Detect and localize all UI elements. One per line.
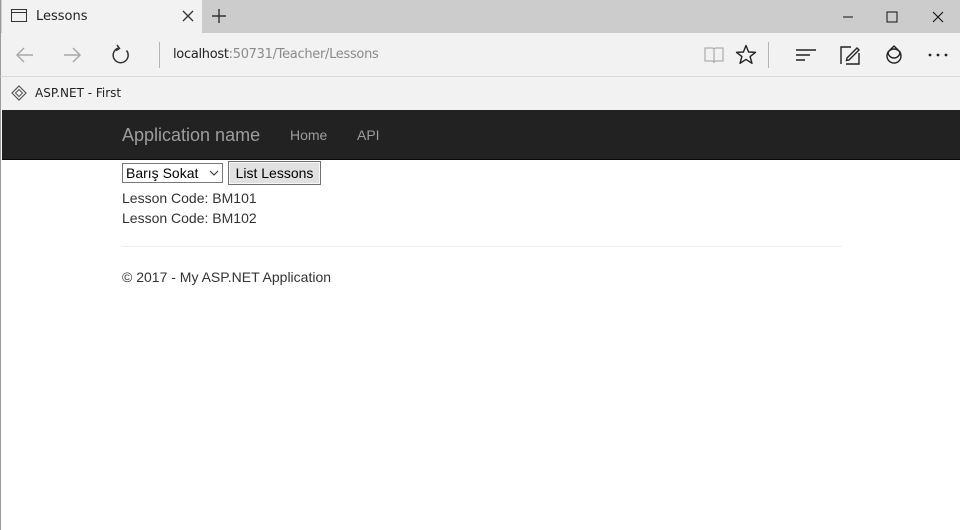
hub-icon [796, 49, 816, 61]
share-icon [886, 45, 902, 64]
book-icon [704, 47, 724, 64]
star-icon [735, 44, 757, 64]
page-viewport: Application name Home API Barış Sokat Li… [0, 110, 960, 530]
back-button[interactable] [12, 42, 38, 68]
chevron-down-icon [209, 170, 219, 176]
refresh-icon [112, 44, 129, 64]
arrow-right-icon [64, 47, 82, 63]
teacher-select-value: Barış Sokat [126, 165, 199, 181]
favorite-label: ASP.NET - First [35, 86, 122, 100]
more-button[interactable] [925, 42, 951, 68]
plus-icon [212, 9, 226, 23]
tab-title: Lessons [36, 9, 88, 24]
nav-link-home[interactable]: Home [290, 127, 327, 143]
reading-view-button[interactable] [701, 42, 727, 68]
forward-button[interactable] [59, 42, 85, 68]
url-host: localhost [173, 47, 229, 62]
arrow-left-icon [15, 47, 33, 63]
close-window-button[interactable] [915, 0, 960, 33]
address-input[interactable]: localhost:50731/Teacher/Lessons [173, 47, 379, 62]
close-icon [932, 11, 944, 23]
minimize-icon [843, 16, 853, 18]
tab-page-icon [11, 9, 27, 22]
refresh-button[interactable] [108, 42, 134, 68]
pen-note-icon [840, 46, 860, 65]
close-tab-button[interactable] [178, 6, 198, 26]
address-bar: localhost:50731/Teacher/Lessons [0, 33, 960, 77]
nav-link-api[interactable]: API [357, 127, 380, 143]
toolbar-divider [768, 42, 769, 68]
footer-copyright: © 2017 - My ASP.NET Application [122, 269, 332, 285]
teacher-select[interactable]: Barış Sokat [122, 163, 223, 183]
hub-button[interactable] [793, 42, 819, 68]
site-navbar: Application name Home API [2, 110, 960, 160]
new-tab-button[interactable] [208, 5, 230, 27]
share-button[interactable] [881, 42, 907, 68]
maximize-button[interactable] [869, 0, 915, 33]
favorites-bar: ASP.NET - First [0, 77, 960, 110]
footer-divider [122, 246, 842, 247]
favorite-button[interactable] [733, 42, 759, 68]
minimize-button[interactable] [825, 0, 871, 33]
url-path: :50731/Teacher/Lessons [228, 47, 379, 62]
brand-link[interactable]: Application name [122, 125, 260, 146]
list-item: Lesson Code: BM102 [122, 210, 257, 226]
close-icon [182, 10, 194, 22]
lesson-list: Lesson Code: BM101 Lesson Code: BM102 [122, 188, 257, 228]
site-favicon-icon [11, 85, 27, 101]
address-divider [159, 42, 160, 68]
tab-strip: Lessons [0, 0, 960, 33]
list-lessons-button[interactable]: List Lessons [228, 161, 321, 185]
web-note-button[interactable] [837, 42, 863, 68]
maximize-icon [886, 11, 898, 23]
more-icon [928, 53, 948, 57]
list-item: Lesson Code: BM101 [122, 190, 257, 206]
browser-tab[interactable]: Lessons [2, 0, 202, 33]
